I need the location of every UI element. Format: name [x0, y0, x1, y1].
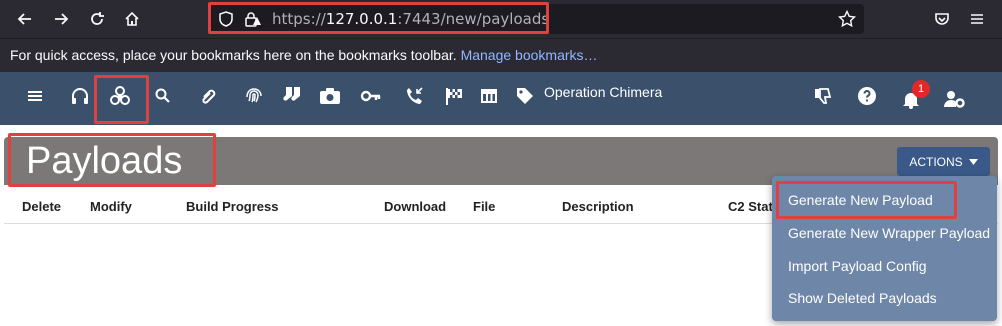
menu-item-generate-new-wrapper-payload[interactable]: Generate New Wrapper Payload [788, 225, 990, 241]
shield-icon[interactable] [218, 11, 234, 32]
fingerprint-icon[interactable] [241, 83, 267, 109]
menu-item-import-payload-config[interactable]: Import Payload Config [788, 258, 927, 274]
browser-toolbar: https://127.0.0.1:7443/new/payloads [0, 0, 1002, 38]
reload-icon[interactable] [86, 8, 108, 30]
bookmarks-bar: For quick access, place your bookmarks h… [0, 38, 1002, 72]
pocket-icon[interactable] [931, 8, 953, 30]
search-icon[interactable] [150, 83, 176, 109]
notification-badge: 1 [912, 80, 930, 98]
manage-bookmarks-link[interactable]: Manage bookmarks… [461, 47, 598, 63]
column-file[interactable]: File [473, 199, 495, 214]
back-arrow-icon[interactable] [14, 8, 36, 30]
actions-button[interactable]: ACTIONS [897, 147, 990, 176]
phone-callback-icon[interactable] [402, 83, 428, 109]
home-icon[interactable] [121, 8, 143, 30]
column-delete[interactable]: Delete [22, 199, 61, 214]
biohazard-icon[interactable] [107, 83, 133, 109]
column-download[interactable]: Download [384, 199, 446, 214]
headphones-icon[interactable] [67, 83, 93, 109]
app-nav-bar: Operation Chimera 1 [0, 72, 1002, 125]
socks-icon[interactable] [280, 83, 306, 109]
menu-item-generate-new-payload[interactable]: Generate New Payload [788, 192, 933, 208]
actions-dropdown-menu: Generate New Payload Generate New Wrappe… [772, 176, 997, 321]
insecure-lock-icon[interactable] [244, 11, 262, 32]
checkered-flag-icon[interactable] [441, 83, 467, 109]
menu-icon[interactable] [22, 83, 48, 109]
url-text[interactable]: https://127.0.0.1:7443/new/payloads [272, 10, 549, 28]
thumbs-down-icon[interactable] [810, 83, 836, 109]
hamburger-menu-icon[interactable] [966, 8, 988, 30]
column-modify[interactable]: Modify [90, 199, 132, 214]
help-icon[interactable] [854, 83, 880, 109]
column-description[interactable]: Description [562, 199, 634, 214]
table-icon[interactable] [476, 83, 502, 109]
key-icon[interactable] [358, 83, 384, 109]
column-build-progress[interactable]: Build Progress [186, 199, 278, 214]
user-settings-icon[interactable] [942, 86, 968, 112]
bookmark-star-icon[interactable] [837, 9, 857, 33]
menu-item-show-deleted-payloads[interactable]: Show Deleted Payloads [788, 290, 937, 306]
actions-label: ACTIONS [909, 154, 963, 169]
forward-arrow-icon[interactable] [50, 8, 72, 30]
operation-name[interactable]: Operation Chimera [544, 84, 662, 100]
paperclip-icon[interactable] [196, 83, 222, 109]
camera-icon[interactable] [317, 83, 343, 109]
caret-down-icon [968, 158, 978, 165]
bookmarks-message: For quick access, place your bookmarks h… [10, 47, 598, 63]
tag-icon[interactable] [512, 83, 538, 109]
page-title: Payloads [26, 140, 183, 182]
url-bar[interactable]: https://127.0.0.1:7443/new/payloads [208, 4, 864, 34]
